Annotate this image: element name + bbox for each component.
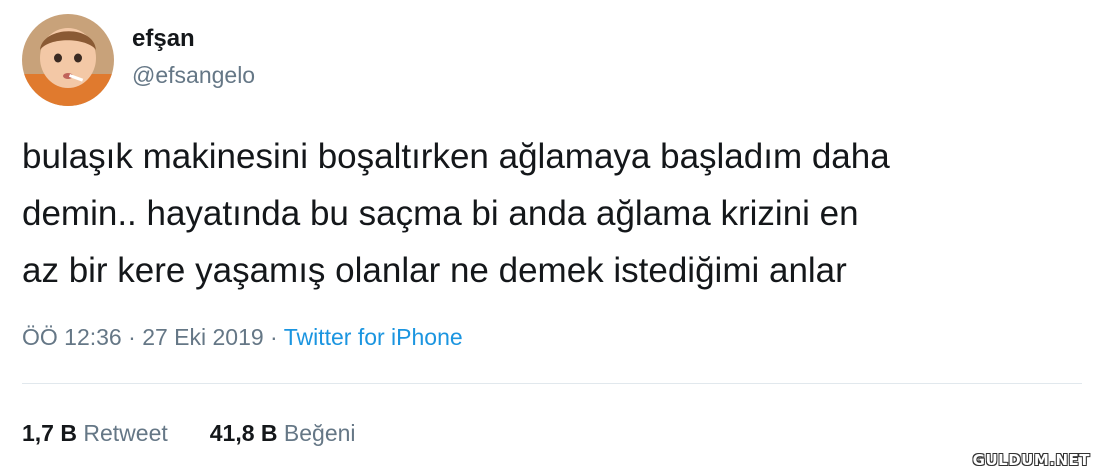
tweet-date[interactable]: 27 Eki 2019 [142,324,263,350]
meta-separator: · [121,324,143,350]
likes-count: 41,8 B [209,420,278,446]
tweet-header: efşan @efsangelo [22,14,255,106]
tweet-text-line: az bir kere yaşamış olanlar ne demek ist… [22,251,847,290]
likes-label: Beğeni [283,420,356,446]
divider [22,383,1082,384]
tweet-text: bulaşık makinesini boşaltırken ağlamaya … [22,128,1082,299]
tweet-card: efşan @efsangelo bulaşık makinesini boşa… [0,0,1102,475]
avatar[interactable] [22,14,114,106]
tweet-source-link[interactable]: Twitter for iPhone [284,324,463,350]
user-handle[interactable]: @efsangelo [132,60,255,90]
tweet-text-line: bulaşık makinesini boşaltırken ağlamaya … [22,137,890,176]
tweet-stats: 1,7 B Retweet 41,8 B Beğeni [22,418,398,448]
user-names: efşan @efsangelo [132,24,255,90]
tweet-meta: ÖÖ 12:36 · 27 Eki 2019 · Twitter for iPh… [22,322,463,352]
tweet-text-line: demin.. hayatında bu saçma bi anda ağlam… [22,194,859,233]
likes-stat[interactable]: 41,8 B Beğeni [210,418,356,448]
retweets-stat[interactable]: 1,7 B Retweet [22,418,168,448]
tweet-time[interactable]: ÖÖ 12:36 [22,324,122,350]
retweets-label: Retweet [83,420,168,446]
display-name[interactable]: efşan [132,24,255,54]
meta-separator: · [263,324,284,350]
avatar-image [22,14,114,106]
retweets-count: 1,7 B [22,420,77,446]
watermark: GULDUM.NET [972,451,1090,469]
